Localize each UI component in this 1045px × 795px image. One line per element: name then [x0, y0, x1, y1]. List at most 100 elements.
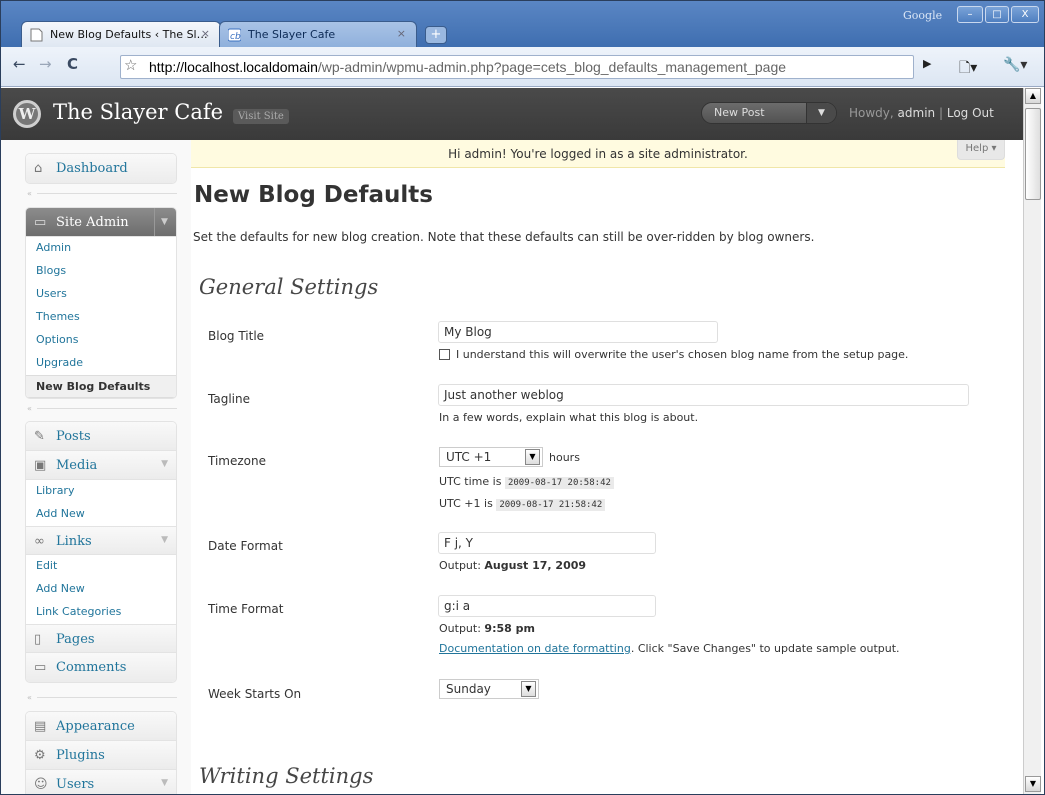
collapse-arrow-icon[interactable]: «: [27, 693, 32, 702]
tab-slayer-cafe[interactable]: cb The Slayer Cafe ×: [219, 21, 417, 47]
close-window-button[interactable]: X: [1011, 6, 1039, 23]
tab-close-icon[interactable]: ×: [201, 27, 210, 40]
collapse-arrow-icon[interactable]: «: [27, 189, 32, 198]
menu-head-dashboard[interactable]: ⌂ Dashboard: [26, 154, 176, 183]
time-output-value: 9:58 pm: [484, 622, 535, 635]
sidebar-item-media-add-new[interactable]: Add New: [26, 503, 176, 526]
timezone-select[interactable]: UTC +1 ▼: [439, 447, 543, 467]
sidebar-item-link-categories[interactable]: Link Categories: [26, 601, 176, 624]
menu-head-site-admin[interactable]: ▭ Site Admin ▼: [26, 208, 176, 237]
scroll-thumb[interactable]: [1025, 108, 1041, 200]
admin-notice: Hi admin! You're logged in as a site adm…: [191, 140, 1005, 168]
dropdown-arrow-icon[interactable]: ▼: [521, 681, 536, 697]
new-tab-button[interactable]: +: [425, 26, 447, 44]
browser-toolbar: ← → C http://localhost.localdomain/wp-ad…: [1, 47, 1044, 87]
tagline-hint: In a few words, explain what this blog i…: [439, 411, 699, 424]
minimize-button[interactable]: –: [957, 6, 983, 23]
logout-link[interactable]: Log Out: [947, 106, 994, 120]
separator: |: [938, 106, 944, 120]
menu-head-appearance[interactable]: ▤ Appearance: [26, 712, 176, 741]
timezone-unit: hours: [549, 451, 580, 464]
home-icon: ⌂: [34, 161, 43, 176]
menu-head-media[interactable]: ▣ Media ▼: [26, 451, 176, 480]
tab-close-icon[interactable]: ×: [397, 27, 406, 40]
forward-arrow-icon[interactable]: →: [39, 55, 52, 73]
week-starts-select[interactable]: Sunday ▼: [439, 679, 539, 699]
toggle-arrow-icon[interactable]: ▼: [161, 459, 168, 469]
date-formatting-doc-link[interactable]: Documentation on date formatting: [439, 642, 631, 655]
comment-bubble-icon: ▭: [34, 660, 47, 675]
menu-label: Dashboard: [56, 161, 128, 176]
help-button[interactable]: Help ▾: [957, 140, 1005, 160]
date-format-input[interactable]: F j, Y: [438, 532, 656, 554]
overwrite-checkbox-label: I understand this will overwrite the use…: [456, 348, 909, 361]
collapse-arrow-icon[interactable]: «: [27, 404, 32, 413]
week-starts-label: Week Starts On: [208, 687, 302, 701]
toggle-arrow-icon[interactable]: ▼: [161, 535, 168, 545]
dropdown-arrow-icon[interactable]: ▼: [525, 449, 540, 465]
menu-head-pages[interactable]: ▯ Pages: [26, 624, 176, 653]
writing-settings-heading: Writing Settings: [199, 764, 374, 788]
pages-icon: ▯: [34, 632, 42, 647]
sidebar-item-themes[interactable]: Themes: [26, 306, 176, 329]
blog-title-input[interactable]: My Blog: [438, 321, 718, 343]
menu-head-comments[interactable]: ▭ Comments: [26, 653, 176, 682]
sidebar-item-upgrade[interactable]: Upgrade: [26, 352, 176, 375]
go-arrow-icon[interactable]: ▶: [923, 57, 931, 70]
sidebar-item-options[interactable]: Options: [26, 329, 176, 352]
menu-site-admin[interactable]: ▭ Site Admin ▼ Admin Blogs Users Themes Op…: [25, 207, 177, 399]
scroll-up-icon[interactable]: ▲: [1025, 88, 1041, 104]
menu-label: Users: [56, 777, 95, 792]
tab-new-blog-defaults[interactable]: New Blog Defaults ‹ The Sl… ×: [21, 21, 221, 47]
url-host: http://localhost.localdomain: [149, 59, 318, 75]
overwrite-checkbox-row: I understand this will overwrite the use…: [439, 348, 908, 361]
menu-appearance-group: ▤ Appearance ⚙ Plugins ☺ Users ▼: [25, 711, 177, 794]
sidebar-item-new-blog-defaults[interactable]: New Blog Defaults: [26, 375, 176, 398]
username-link[interactable]: admin: [898, 106, 936, 120]
menu-label: Pages: [56, 632, 95, 647]
utc-time-row: UTC time is 2009-08-17 20:58:42: [439, 475, 614, 489]
sidebar-item-users[interactable]: Users: [26, 283, 176, 306]
menu-separator: [37, 193, 177, 194]
new-post-button[interactable]: New Post ▼: [701, 102, 837, 124]
toggle-arrow-icon[interactable]: ▼: [161, 778, 168, 788]
site-title[interactable]: The Slayer Cafe: [53, 100, 223, 124]
sidebar-item-library[interactable]: Library: [26, 480, 176, 503]
visit-site-button[interactable]: Visit Site: [233, 109, 289, 124]
menu-head-posts[interactable]: ✎ Posts: [26, 422, 176, 451]
tagline-input[interactable]: Just another weblog: [438, 384, 969, 406]
user-greeting: Howdy, admin | Log Out: [849, 106, 994, 120]
address-bar[interactable]: http://localhost.localdomain/wp-admin/wp…: [120, 55, 914, 79]
page-title: New Blog Defaults: [194, 182, 433, 208]
bookmark-star-icon[interactable]: ☆: [124, 56, 137, 74]
time-format-input[interactable]: g:i a: [438, 595, 656, 617]
utc-time-value: 2009-08-17 20:58:42: [504, 477, 614, 489]
toggle-arrow-icon[interactable]: ▼: [154, 208, 176, 236]
date-format-label: Date Format: [208, 539, 283, 553]
sidebar-item-links-edit[interactable]: Edit: [26, 555, 176, 578]
sidebar-item-links-add-new[interactable]: Add New: [26, 578, 176, 601]
site-favicon-icon: cb: [228, 28, 241, 42]
save-changes-hint: . Click "Save Changes" to update sample …: [630, 642, 900, 655]
pushpin-icon: ✎: [34, 429, 45, 444]
overwrite-checkbox[interactable]: [439, 349, 450, 360]
maximize-button[interactable]: □: [985, 6, 1009, 23]
sidebar-item-admin[interactable]: Admin: [26, 237, 176, 260]
menu-content: ✎ Posts ▣ Media ▼ Library Add New ∞ Links ▼ E…: [25, 421, 177, 683]
vertical-scrollbar[interactable]: ▲ ▼: [1023, 88, 1041, 794]
menu-dashboard[interactable]: ⌂ Dashboard: [25, 153, 177, 184]
scroll-down-icon[interactable]: ▼: [1025, 776, 1041, 792]
menu-head-links[interactable]: ∞ Links ▼: [26, 526, 176, 555]
reload-icon[interactable]: C: [67, 55, 78, 73]
menu-label: Media: [56, 458, 98, 473]
date-doc-row: Documentation on date formatting. Click …: [439, 642, 900, 655]
link-icon: ∞: [34, 534, 45, 549]
page-menu-icon[interactable]: 🗋▾: [959, 57, 977, 81]
menu-head-plugins[interactable]: ⚙ Plugins: [26, 741, 176, 770]
sidebar-item-blogs[interactable]: Blogs: [26, 260, 176, 283]
time-output-label: Output:: [439, 622, 481, 635]
menu-head-users[interactable]: ☺ Users ▼: [26, 770, 176, 794]
wrench-menu-icon[interactable]: 🔧▾: [1003, 57, 1027, 73]
dropdown-arrow-icon[interactable]: ▼: [806, 103, 836, 123]
back-arrow-icon[interactable]: ←: [13, 55, 26, 73]
